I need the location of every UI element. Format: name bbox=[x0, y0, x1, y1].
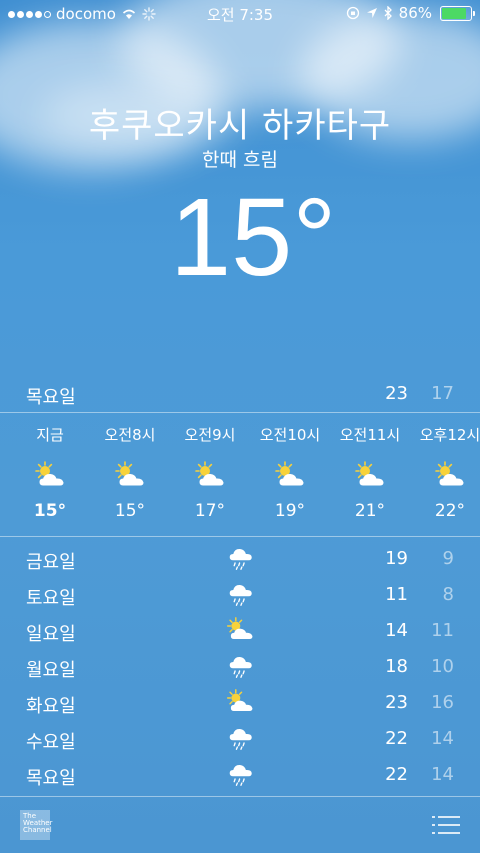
city-name: 후쿠오카시 하카타구 bbox=[88, 106, 392, 146]
daily-day: 일요일 bbox=[26, 624, 76, 645]
hourly-temp: 21° bbox=[354, 501, 386, 521]
battery-icon bbox=[440, 5, 475, 21]
rain-icon bbox=[229, 765, 252, 787]
divider bbox=[0, 536, 480, 537]
hourly-item: 오전10시 19° bbox=[250, 412, 330, 521]
today-low: 17 bbox=[431, 383, 454, 404]
daily-row: 수요일 22 14 bbox=[0, 720, 480, 756]
hourly-time: 오전11시 bbox=[339, 426, 401, 444]
city-list-icon[interactable] bbox=[432, 814, 460, 836]
hourly-temp: 17° bbox=[194, 501, 226, 521]
daily-low: 11 bbox=[431, 620, 454, 641]
hourly-temp: 19° bbox=[274, 501, 306, 521]
hourly-time: 오전8시 bbox=[104, 426, 156, 444]
daily-high: 22 bbox=[385, 728, 408, 749]
daily-row: 일요일 14 11 bbox=[0, 612, 480, 648]
daily-low: 10 bbox=[431, 656, 454, 677]
bluetooth-icon bbox=[384, 6, 392, 20]
hourly-time: 오후12시 bbox=[419, 426, 480, 444]
hourly-time: 지금 bbox=[36, 426, 64, 444]
daily-day: 월요일 bbox=[26, 660, 76, 681]
daily-day: 토요일 bbox=[26, 588, 76, 609]
rain-icon bbox=[229, 729, 252, 751]
rain-icon bbox=[229, 657, 252, 679]
partly-sunny-icon bbox=[355, 461, 384, 486]
daily-high: 18 bbox=[385, 656, 408, 677]
daily-low: 14 bbox=[431, 764, 454, 785]
partly-sunny-icon bbox=[35, 461, 64, 486]
daily-row: 월요일 18 10 bbox=[0, 648, 480, 684]
location-arrow-icon bbox=[366, 8, 377, 18]
weather-channel-logo[interactable]: The Weather Channel bbox=[20, 810, 52, 840]
hourly-temp: 22° bbox=[434, 501, 466, 521]
daily-high: 14 bbox=[385, 620, 408, 641]
partly-sunny-icon bbox=[226, 689, 253, 712]
daily-row: 토요일 11 8 bbox=[0, 576, 480, 612]
partly-sunny-icon bbox=[195, 461, 224, 486]
daily-row: 금요일 19 9 bbox=[0, 540, 480, 576]
today-summary: 목요일 23 17 bbox=[0, 383, 480, 411]
partly-sunny-icon bbox=[435, 461, 464, 486]
today-high: 23 bbox=[385, 383, 408, 404]
hourly-temp: 15° bbox=[33, 501, 67, 521]
battery-percent: 86% bbox=[398, 4, 432, 22]
daily-high: 11 bbox=[385, 584, 408, 605]
current-temperature: 15° bbox=[170, 176, 337, 299]
daily-low: 16 bbox=[431, 692, 454, 713]
daily-row: 화요일 23 16 bbox=[0, 684, 480, 720]
today-day: 목요일 bbox=[26, 387, 76, 408]
divider bbox=[0, 796, 480, 797]
daily-day: 목요일 bbox=[26, 768, 76, 789]
hourly-forecast[interactable]: 지금 15° 오전8시 15° 오전9시 17° 오전10시 19° 오전11시… bbox=[0, 412, 480, 536]
daily-row: 목요일 22 14 bbox=[0, 756, 480, 792]
daily-low: 14 bbox=[431, 728, 454, 749]
daily-low: 9 bbox=[442, 548, 454, 569]
weather-condition: 한때 흐림 bbox=[202, 149, 278, 171]
status-bar: docomo 오전 7:35 86% bbox=[0, 0, 480, 28]
hourly-item: 지금 15° bbox=[10, 412, 90, 521]
daily-high: 22 bbox=[385, 764, 408, 785]
daily-high: 23 bbox=[385, 692, 408, 713]
daily-high: 19 bbox=[385, 548, 408, 569]
daily-day: 화요일 bbox=[26, 696, 76, 717]
hourly-item: 오전9시 17° bbox=[170, 412, 250, 521]
orientation-lock-icon bbox=[346, 6, 359, 20]
partly-sunny-icon bbox=[226, 617, 253, 640]
hourly-item: 오전8시 15° bbox=[90, 412, 170, 521]
hourly-temp: 15° bbox=[114, 501, 146, 521]
hourly-time: 오전10시 bbox=[259, 426, 321, 444]
daily-low: 8 bbox=[442, 584, 454, 605]
hourly-item: 오전11시 21° bbox=[330, 412, 410, 521]
hourly-time: 오전9시 bbox=[184, 426, 236, 444]
rain-icon bbox=[229, 585, 252, 607]
partly-sunny-icon bbox=[275, 461, 304, 486]
hourly-item: 오후12시 22° bbox=[410, 412, 480, 521]
daily-day: 금요일 bbox=[26, 552, 76, 573]
partly-sunny-icon bbox=[115, 461, 144, 486]
rain-icon bbox=[229, 549, 252, 571]
daily-day: 수요일 bbox=[26, 732, 76, 753]
